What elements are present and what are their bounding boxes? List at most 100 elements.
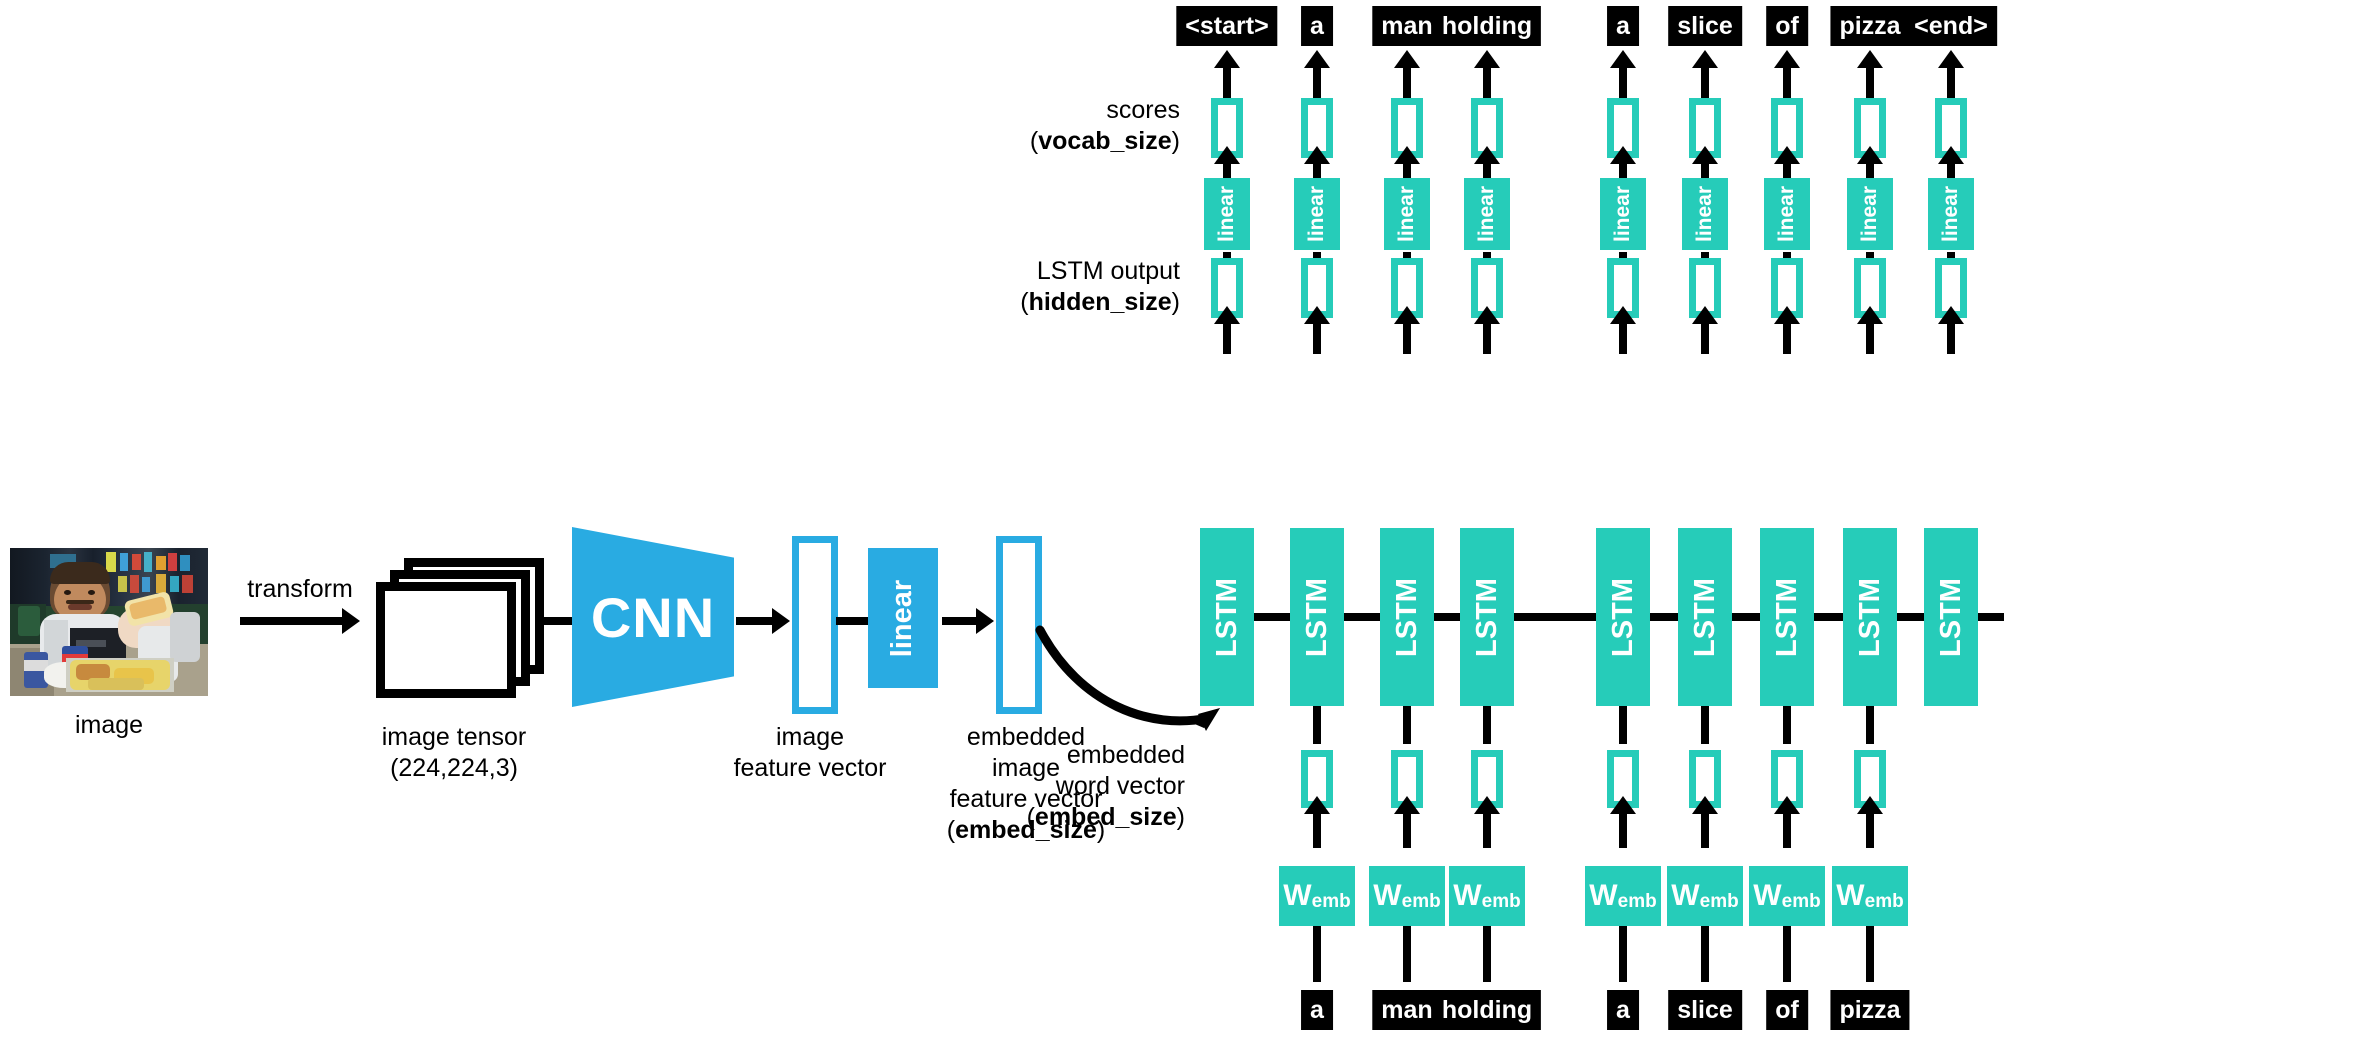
lstm-cell: LSTM (1290, 528, 1344, 706)
wordvec-to-lstm-line (1866, 706, 1874, 744)
token-to-wemb-line (1783, 926, 1791, 982)
linear-block-label: linear (1775, 185, 1798, 243)
output-token: <start> (1176, 6, 1278, 46)
linear-block-label: linear (1939, 185, 1962, 243)
output-token: <end> (1905, 6, 1997, 46)
lstm-to-output-line (1701, 320, 1709, 354)
lstm-to-output-line (1313, 320, 1321, 354)
lstm-cell-label: LSTM (1606, 577, 1639, 657)
wemb-to-wordvec-line (1701, 810, 1709, 848)
input-token: of (1766, 990, 1808, 1030)
linear-block-label: linear (1395, 185, 1418, 243)
image-feature-vector-label-line2: feature vector (733, 754, 887, 782)
scores-to-token-arrow (1857, 50, 1883, 68)
input-token: pizza (1830, 990, 1910, 1030)
lstm-output-label-line1: LSTM output (1036, 257, 1180, 285)
scores-label-line1: scores (1106, 96, 1180, 124)
lstm-recurrent-link (1434, 613, 1460, 621)
linear-to-scores-arrow (1610, 146, 1636, 164)
wordvec-to-lstm-line (1483, 706, 1491, 744)
cnn-label: CNN (590, 585, 716, 649)
wemb-label: Wemb (1283, 879, 1351, 912)
output-token: of (1766, 6, 1808, 46)
wemb-label: Wemb (1753, 879, 1821, 912)
wemb-label: Wemb (1453, 879, 1521, 912)
wemb-to-wordvec-line (1313, 810, 1321, 848)
linear-block: linear (1682, 178, 1728, 250)
lstm-to-output-arrow (1394, 306, 1420, 324)
image-label: image (74, 711, 144, 739)
lstm-to-output-line (1783, 320, 1791, 354)
linear-block: linear (1294, 178, 1340, 250)
wemb-block: Wemb (1667, 866, 1743, 926)
wemb-label: Wemb (1373, 879, 1441, 912)
linear-block: linear (1204, 178, 1250, 250)
linear-block-label: linear (1858, 185, 1881, 243)
wemb-block: Wemb (1585, 866, 1661, 926)
linear-to-scores-arrow (1394, 146, 1420, 164)
output-token: pizza (1830, 6, 1910, 46)
linear-block: linear (1464, 178, 1510, 250)
linear-block-label: linear (1305, 185, 1328, 243)
scores-to-token-arrow (1774, 50, 1800, 68)
lstm-to-output-line (1403, 320, 1411, 354)
cnn-block: CNN (572, 527, 734, 707)
wemb-to-wordvec-line (1866, 810, 1874, 848)
lstm-to-output-arrow (1610, 306, 1636, 324)
lstm-recurrent-link-end (1978, 613, 2004, 621)
scores-to-token-arrow (1304, 50, 1330, 68)
lstm-cell-label: LSTM (1853, 577, 1886, 657)
linear-block: linear (1928, 178, 1974, 250)
output-token: a (1607, 6, 1639, 46)
image-tensor-label-line2: (224,224,3) (390, 754, 518, 782)
token-to-wemb-line (1701, 926, 1709, 982)
lstm-cell: LSTM (1760, 528, 1814, 706)
image-tensor-stack (374, 558, 544, 698)
linear-to-scores-arrow (1692, 146, 1718, 164)
wemb-to-wordvec-arrow (1692, 796, 1718, 814)
output-token: slice (1668, 6, 1742, 46)
wemb-to-wordvec-line (1403, 810, 1411, 848)
wemb-block: Wemb (1832, 866, 1908, 926)
embedded-word-vector-label: embedded word vector (embed_size) (1000, 740, 1185, 833)
tensor-to-cnn-line (536, 617, 578, 625)
lstm-to-output-arrow (1774, 306, 1800, 324)
linear-block-label: linear (1215, 185, 1238, 243)
scores-to-token-arrow (1214, 50, 1240, 68)
lstm-to-output-line (1483, 320, 1491, 354)
scores-label: scores (vocab_size) (880, 95, 1180, 157)
lstm-cell-label: LSTM (1470, 577, 1503, 657)
input-token: slice (1668, 990, 1742, 1030)
wemb-to-wordvec-line (1483, 810, 1491, 848)
scores-to-token-arrow (1938, 50, 1964, 68)
scores-to-token-arrow (1474, 50, 1500, 68)
lstm-cell: LSTM (1678, 528, 1732, 706)
input-token: man (1372, 990, 1442, 1030)
lstm-to-output-line (1947, 320, 1955, 354)
linear-to-scores-arrow (1774, 146, 1800, 164)
lstm-to-output-line (1223, 320, 1231, 354)
lstm-cell: LSTM (1843, 528, 1897, 706)
lstm-cell: LSTM (1460, 528, 1514, 706)
lstm-recurrent-link (1897, 613, 1924, 621)
wemb-block: Wemb (1279, 866, 1355, 926)
linear-to-embedded-arrow (976, 608, 994, 634)
token-to-wemb-line (1866, 926, 1874, 982)
image-linear-label: linear (886, 579, 919, 657)
transform-arrow-head (342, 608, 360, 634)
token-to-wemb-line (1403, 926, 1411, 982)
input-token: a (1607, 990, 1639, 1030)
lstm-cell-label: LSTM (1934, 577, 1967, 657)
featurevec-to-linear-line (836, 617, 872, 625)
embedded-word-vector-line2: word vector (1055, 772, 1185, 800)
token-to-wemb-line (1313, 926, 1321, 982)
lstm-to-output-arrow (1938, 306, 1964, 324)
token-to-wemb-line (1619, 926, 1627, 982)
wemb-block: Wemb (1369, 866, 1445, 926)
wordvec-to-lstm-line (1783, 706, 1791, 744)
wemb-label: Wemb (1589, 879, 1657, 912)
scores-label-line2: (vocab_size) (1029, 127, 1180, 155)
image-feature-vector-box (792, 536, 838, 714)
lstm-cell-label: LSTM (1688, 577, 1721, 657)
scores-to-token-arrow (1692, 50, 1718, 68)
